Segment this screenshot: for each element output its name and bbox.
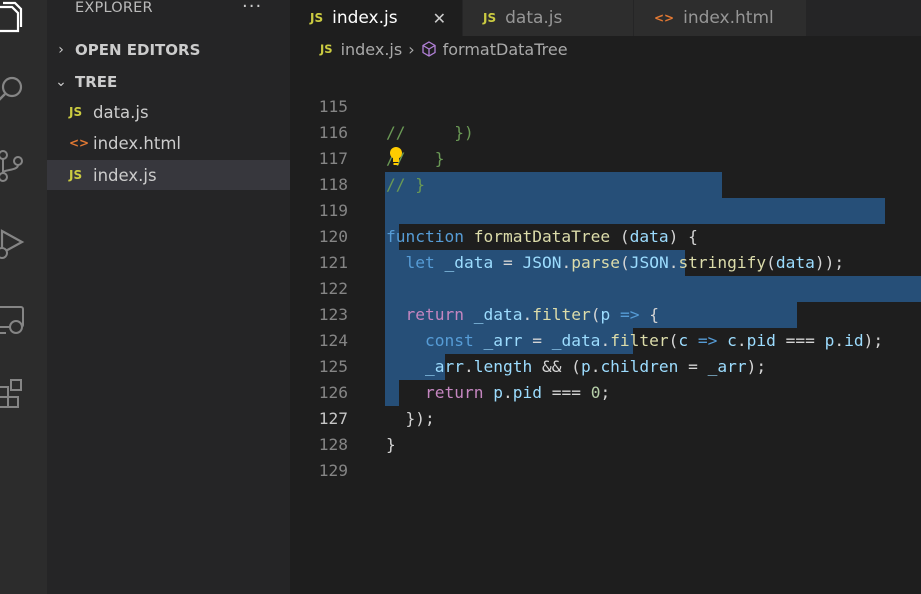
code-line: 125 return p.pid === 0; bbox=[290, 328, 921, 402]
lightbulb-icon[interactable] bbox=[388, 146, 404, 172]
code-editor[interactable]: 115 // }) 116 // } 117 // } 118 119 func… bbox=[290, 62, 921, 594]
activity-bar bbox=[0, 0, 47, 594]
extensions-icon[interactable] bbox=[0, 368, 47, 416]
file-name: index.js bbox=[93, 165, 157, 185]
code-line: 119 function formatDataTree (data) { bbox=[290, 172, 921, 246]
code-line: 129 bbox=[290, 432, 921, 480]
code-line: 127 } bbox=[290, 380, 921, 454]
html-file-icon: <> bbox=[654, 11, 675, 25]
js-file-icon: JS bbox=[310, 11, 324, 25]
code-line: 126 }); bbox=[290, 354, 921, 428]
files-icon[interactable] bbox=[0, 0, 47, 42]
chevron-right-icon: › bbox=[408, 39, 415, 59]
breadcrumb-symbol[interactable]: formatDataTree bbox=[443, 40, 568, 59]
tab-index-js[interactable]: JS index.js ✕ bbox=[290, 0, 462, 36]
explorer-sidebar: EXPLORER ··· › OPEN EDITORS ⌄ TREE JS da… bbox=[47, 0, 290, 594]
run-debug-icon[interactable] bbox=[0, 218, 47, 266]
chevron-right-icon: › bbox=[58, 42, 64, 58]
section-open-editors[interactable]: › OPEN EDITORS bbox=[47, 36, 290, 64]
source-control-icon[interactable] bbox=[0, 142, 47, 190]
section-tree[interactable]: ⌄ TREE bbox=[47, 68, 290, 96]
explorer-title: EXPLORER bbox=[75, 0, 153, 16]
code-line: 121 bbox=[290, 224, 921, 272]
editor-tabs: JS index.js ✕ JS data.js <> index.html bbox=[290, 0, 921, 36]
tab-label: index.html bbox=[683, 8, 774, 28]
tab-index-html[interactable]: <> index.html bbox=[634, 0, 806, 36]
code-line: 122 return _data.filter(p => { bbox=[290, 250, 921, 324]
code-line: 120 let _data = JSON.parse(JSON.stringif… bbox=[290, 198, 921, 272]
code-line: 118 bbox=[290, 146, 921, 194]
tab-data-js[interactable]: JS data.js bbox=[463, 0, 633, 36]
html-file-icon: <> bbox=[69, 136, 90, 150]
code-line: 124 _arr.length && (p.children = _arr); bbox=[290, 302, 921, 376]
symbol-method-icon bbox=[421, 41, 437, 57]
section-label: OPEN EDITORS bbox=[75, 41, 201, 59]
section-label: TREE bbox=[75, 73, 118, 91]
close-icon[interactable]: ✕ bbox=[433, 9, 446, 28]
js-file-icon: JS bbox=[69, 168, 83, 182]
breadcrumb-file[interactable]: index.js bbox=[341, 40, 403, 59]
breadcrumb: JS index.js › formatDataTree bbox=[290, 36, 921, 62]
tab-label: index.js bbox=[332, 8, 398, 28]
remote-explorer-icon[interactable] bbox=[0, 296, 47, 344]
code-line: 115 // }) bbox=[290, 68, 921, 142]
file-item-index-html[interactable]: <> index.html bbox=[47, 128, 290, 158]
file-item-data-js[interactable]: JS data.js bbox=[47, 97, 290, 127]
js-file-icon: JS bbox=[320, 42, 333, 56]
tab-label: data.js bbox=[505, 8, 563, 28]
js-file-icon: JS bbox=[69, 105, 83, 119]
js-file-icon: JS bbox=[483, 11, 497, 25]
code-line: 117 // } bbox=[290, 120, 921, 194]
chevron-down-icon: ⌄ bbox=[55, 74, 67, 90]
code-line: 116 // } bbox=[290, 94, 921, 168]
more-actions-icon[interactable]: ··· bbox=[242, 0, 262, 17]
code-line: 123 const _arr = _data.filter(c => c.pid… bbox=[290, 276, 921, 350]
file-item-index-js[interactable]: JS index.js bbox=[47, 160, 290, 190]
file-name: data.js bbox=[93, 102, 149, 122]
code-line: 128 bbox=[290, 406, 921, 454]
search-icon[interactable] bbox=[0, 66, 47, 114]
file-name: index.html bbox=[93, 133, 181, 153]
line-number: 129 bbox=[318, 461, 348, 480]
